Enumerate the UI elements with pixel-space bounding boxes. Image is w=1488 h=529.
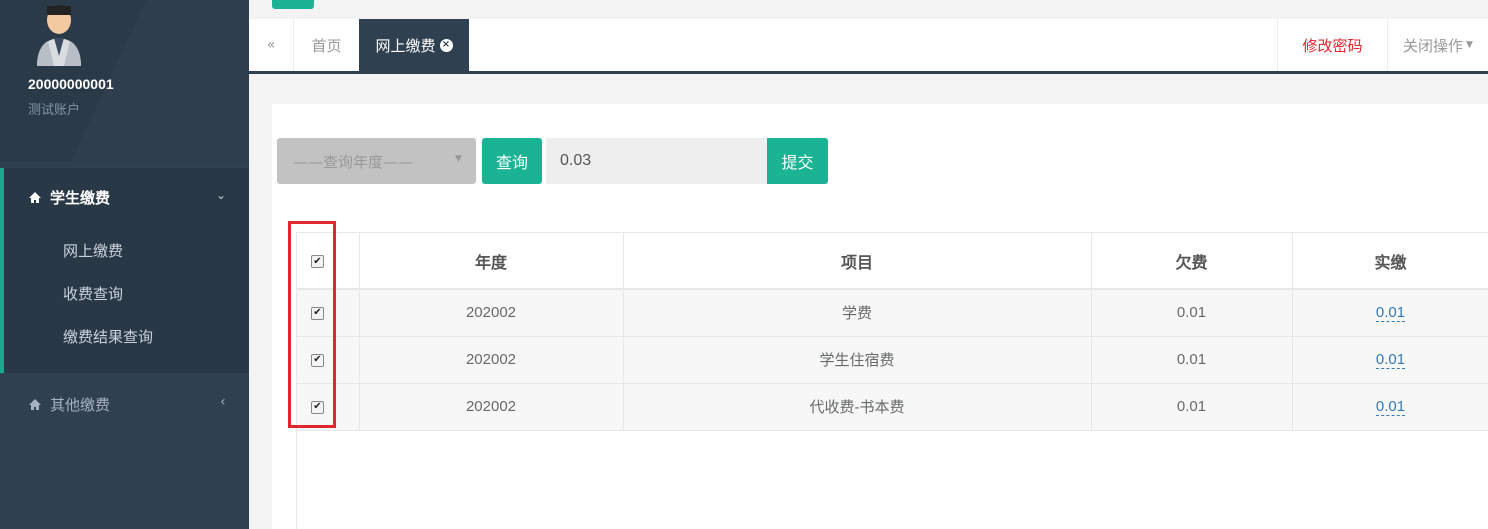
user-id: 20000000001 <box>28 76 114 92</box>
cell-year: 202002 <box>359 336 624 384</box>
row-checkbox-cell: ✔ <box>297 383 360 431</box>
row-checkbox-cell: ✔ <box>297 289 360 337</box>
row-checkbox[interactable]: ✔ <box>311 353 324 367</box>
header-owed[interactable]: 欠费 <box>1091 233 1293 290</box>
menu-student-fees[interactable]: 学生缴费 <box>28 187 110 208</box>
double-chevron-left-icon: « <box>266 37 276 53</box>
tab-scroll-left-button[interactable]: « <box>249 19 293 71</box>
cell-year: 202002 <box>359 289 624 337</box>
cell-owed: 0.01 <box>1091 336 1293 384</box>
close-operations-dropdown[interactable]: 关闭操作 ▼ <box>1387 19 1488 71</box>
cell-item: 学费 <box>623 289 1092 337</box>
header-checkbox-cell: ✔ <box>297 233 360 290</box>
home-icon <box>29 192 41 203</box>
table-row[interactable]: ✔ 202002 代收费-书本费 0.01 0.01 <box>297 383 1488 431</box>
tab-online-payment[interactable]: 网上缴费 × <box>359 19 469 71</box>
cell-year: 202002 <box>359 383 624 431</box>
menu-other-fees-label: 其他缴费 <box>50 396 111 414</box>
paid-amount-editable[interactable]: 0.01 <box>1375 304 1406 323</box>
cell-owed: 0.01 <box>1091 289 1293 337</box>
caret-down-icon: ▼ <box>1466 40 1473 50</box>
change-password-link[interactable]: 修改密码 <box>1277 19 1387 71</box>
caret-down-icon: ▼ <box>455 154 462 164</box>
cell-item: 代收费-书本费 <box>623 383 1092 431</box>
select-all-checkbox[interactable]: ✔ <box>311 255 324 268</box>
home-icon <box>29 399 41 410</box>
user-name: 测试账户 <box>28 103 81 118</box>
avatar[interactable] <box>34 0 84 66</box>
row-checkbox[interactable]: ✔ <box>311 306 324 320</box>
sidebar-item-fee-query[interactable]: 收费查询 <box>63 283 123 304</box>
tab-online-payment-label: 网上缴费 <box>375 36 436 55</box>
header-item[interactable]: 项目 <box>623 233 1092 290</box>
menu-other-fees[interactable]: 其他缴费 <box>28 394 110 415</box>
fee-table: ✔ 年度 项目 欠费 实缴 ✔ 202002 学费 0.01 0.01 ✔ 20… <box>296 232 1488 529</box>
table-row[interactable]: ✔ 202002 学费 0.01 0.01 <box>297 289 1488 337</box>
paid-amount-editable[interactable]: 0.01 <box>1375 398 1406 416</box>
header-paid[interactable]: 实缴 <box>1292 233 1488 290</box>
year-select-placeholder: ——查询年度—— <box>293 152 414 171</box>
cell-owed: 0.01 <box>1091 383 1293 431</box>
row-checkbox[interactable]: ✔ <box>311 400 324 414</box>
header-year[interactable]: 年度 <box>359 233 624 290</box>
paid-amount-editable[interactable]: 0.01 <box>1375 351 1406 369</box>
table-header-row: ✔ 年度 项目 欠费 实缴 <box>297 233 1488 290</box>
sidebar: 20000000001 测试账户 学生缴费 ⌄ 网上缴费 收费查询 缴费结果查询… <box>0 0 249 529</box>
cell-paid: 0.01 <box>1292 383 1488 431</box>
cell-paid: 0.01 <box>1292 336 1488 384</box>
chevron-left-icon: ‹ <box>220 394 226 410</box>
sidebar-item-payment-result[interactable]: 缴费结果查询 <box>63 326 153 347</box>
chevron-down-icon: ⌄ <box>216 188 227 202</box>
top-menu-button[interactable] <box>272 0 314 9</box>
year-select[interactable]: ——查询年度—— ▼ <box>277 138 476 184</box>
amount-input[interactable] <box>546 138 767 184</box>
tab-home[interactable]: 首页 <box>293 19 359 71</box>
row-checkbox-cell: ✔ <box>297 336 360 384</box>
cell-paid: 0.01 <box>1292 289 1488 337</box>
close-operations-label: 关闭操作 <box>1403 36 1464 55</box>
menu-student-fees-label: 学生缴费 <box>50 189 111 207</box>
table-row[interactable]: ✔ 202002 学生住宿费 0.01 0.01 <box>297 336 1488 384</box>
profile-panel: 20000000001 测试账户 <box>0 0 249 162</box>
query-button[interactable]: 查询 <box>482 138 542 184</box>
close-icon[interactable]: × <box>439 38 453 52</box>
submit-button[interactable]: 提交 <box>767 138 828 184</box>
cell-item: 学生住宿费 <box>623 336 1092 384</box>
sidebar-item-online-payment[interactable]: 网上缴费 <box>63 240 123 261</box>
tab-bar: « 首页 网上缴费 × 修改密码 关闭操作 ▼ <box>249 19 1488 74</box>
